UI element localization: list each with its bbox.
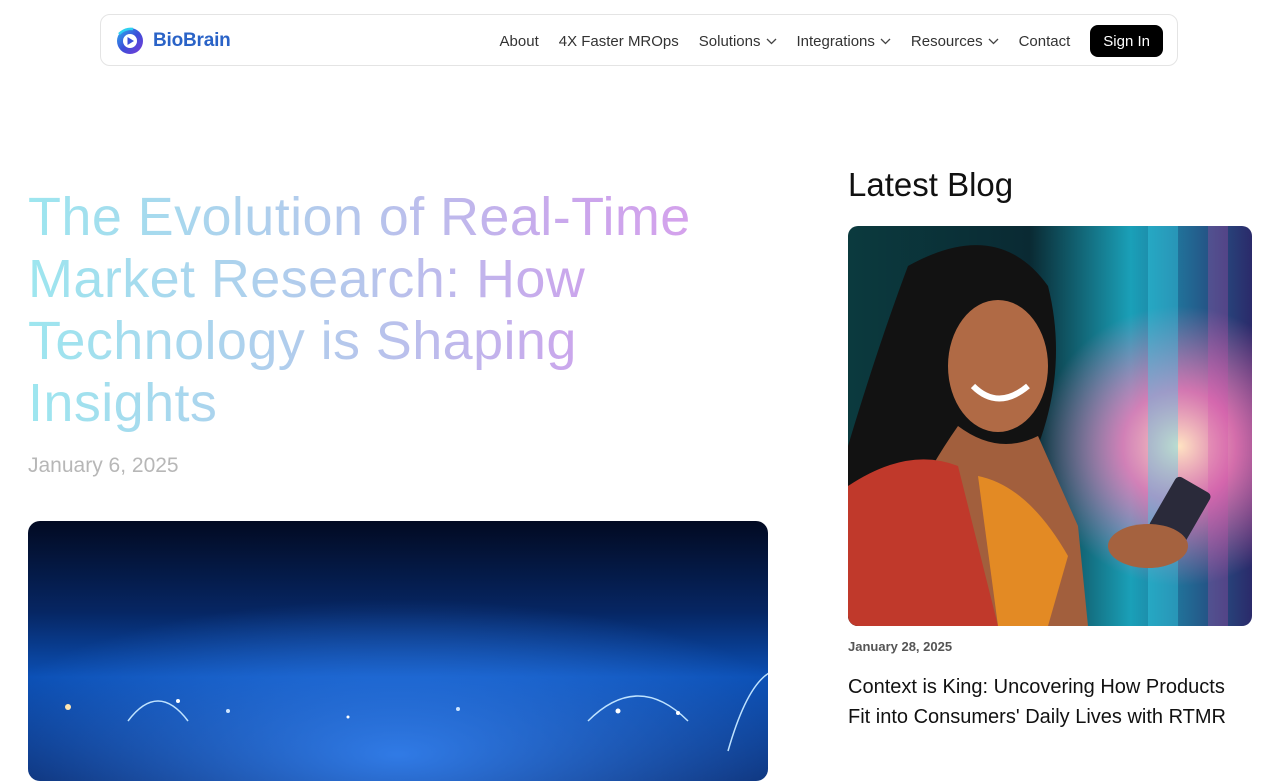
- chevron-down-icon: [988, 38, 999, 44]
- article-hero-image: [28, 521, 768, 781]
- sign-in-button[interactable]: Sign In: [1090, 25, 1163, 57]
- nav-about[interactable]: About: [500, 33, 539, 50]
- nav-solutions-label: Solutions: [698, 32, 761, 50]
- latest-blog-image[interactable]: [848, 226, 1252, 626]
- nav-4x-faster-mrops-label: 4X Faster MROps: [558, 32, 679, 50]
- nav-integrations[interactable]: Integrations: [797, 33, 891, 50]
- nav-solutions[interactable]: Solutions: [699, 33, 777, 50]
- chevron-down-icon: [766, 38, 776, 44]
- brand-logo[interactable]: BioBrain: [115, 26, 231, 56]
- article-date: January 6, 2025: [28, 454, 179, 477]
- nav-contact-label: Contact: [1018, 32, 1071, 50]
- nav-integrations-label: Integrations: [796, 32, 875, 50]
- nav-resources-label: Resources: [910, 32, 983, 50]
- nav-4x-faster-mrops[interactable]: 4X Faster MROps: [559, 33, 679, 50]
- chevron-down-icon: [880, 38, 891, 44]
- nav-resources[interactable]: Resources: [911, 33, 999, 50]
- brand-name: BioBrain: [153, 30, 231, 51]
- main-nav: About 4X Faster MROps Solutions Integrat…: [480, 25, 1163, 57]
- nav-about-label: About: [499, 32, 539, 50]
- top-navbar: BioBrain About 4X Faster MROps Solutions…: [100, 14, 1178, 66]
- biobrain-logo-icon: [117, 27, 143, 54]
- article-title: The Evolution of Real-Time Market Resear…: [28, 186, 768, 434]
- latest-blog-title-link[interactable]: Context is King: Uncovering How Products…: [848, 672, 1248, 732]
- latest-blog-date: January 28, 2025: [848, 639, 953, 654]
- nav-contact[interactable]: Contact: [1019, 33, 1071, 50]
- latest-blog-heading: Latest Blog: [848, 166, 1014, 203]
